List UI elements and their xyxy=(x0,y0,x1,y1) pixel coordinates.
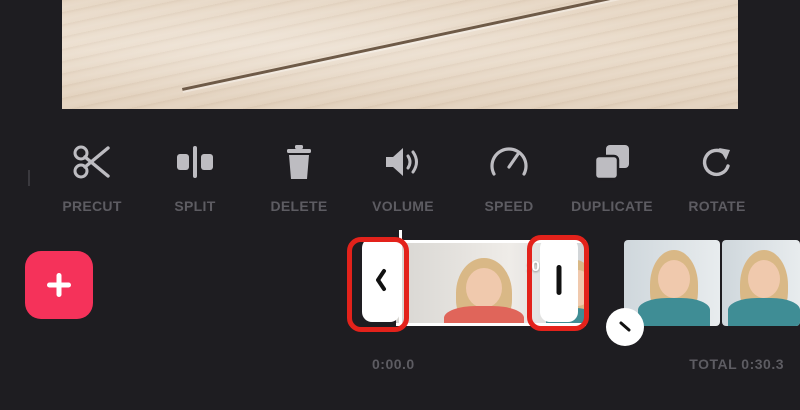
speed-button[interactable]: SPEED xyxy=(459,140,559,220)
rotate-icon xyxy=(695,140,739,184)
speaker-icon xyxy=(381,140,425,184)
precut-button[interactable]: PRECUT xyxy=(42,140,142,220)
delete-label: DELETE xyxy=(270,198,328,214)
precut-label: PRECUT xyxy=(62,198,122,214)
split-button[interactable]: SPLIT xyxy=(145,140,245,220)
rotate-button[interactable]: ROTATE xyxy=(667,140,767,220)
timeline[interactable]: :02.4 xyxy=(347,230,800,346)
speed-label: SPEED xyxy=(484,198,534,214)
transition-button[interactable] xyxy=(606,308,644,346)
split-icon xyxy=(173,140,217,184)
clip-thumbnail[interactable] xyxy=(722,240,800,326)
highlight-right-handle xyxy=(527,235,589,331)
edit-toolbar: PRECUT SPLIT DELETE VOLUME SPEED DUPLICA… xyxy=(50,140,770,220)
transition-icon xyxy=(619,321,631,332)
scissors-icon xyxy=(70,140,114,184)
timeline-start-time: 0:00.0 xyxy=(372,356,415,372)
video-preview xyxy=(62,0,738,109)
trash-icon xyxy=(277,140,321,184)
volume-button[interactable]: VOLUME xyxy=(353,140,453,220)
edge-marker xyxy=(28,170,30,186)
split-label: SPLIT xyxy=(174,198,216,214)
wood-highlight xyxy=(62,0,738,109)
duplicate-icon xyxy=(590,140,634,184)
duplicate-button[interactable]: DUPLICATE xyxy=(562,140,662,220)
highlight-left-handle xyxy=(347,237,409,332)
delete-button[interactable]: DELETE xyxy=(249,140,349,220)
volume-label: VOLUME xyxy=(372,198,434,214)
rotate-label: ROTATE xyxy=(688,198,746,214)
timeline-total-time: TOTAL 0:30.3 xyxy=(689,356,784,372)
plus-icon xyxy=(47,273,71,297)
duplicate-label: DUPLICATE xyxy=(571,198,653,214)
add-media-button[interactable] xyxy=(25,251,93,319)
speedometer-icon xyxy=(487,140,531,184)
